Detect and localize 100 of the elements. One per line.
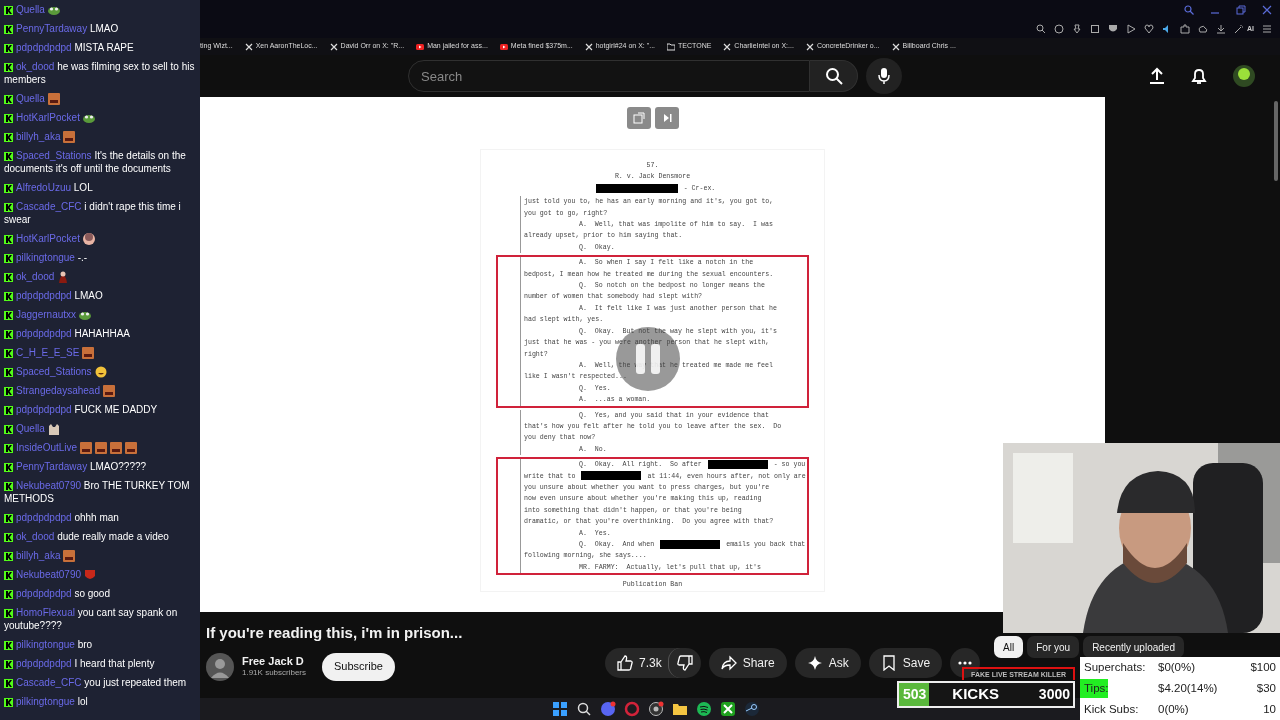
- logo-icon: [4, 368, 13, 377]
- emote-icon: [63, 131, 76, 143]
- emote-icon: [57, 271, 70, 283]
- emote-icon: [82, 112, 95, 124]
- chat-username[interactable]: AlfredoUzuu: [4, 182, 72, 193]
- windows-icon[interactable]: [552, 701, 568, 717]
- chat-username[interactable]: PennyTardaway: [4, 461, 88, 472]
- steam-icon[interactable]: [744, 701, 760, 717]
- chat-username[interactable]: pdpdpdpdpd: [4, 588, 72, 599]
- expand-icon: [632, 112, 645, 124]
- play-icon[interactable]: [1126, 24, 1136, 34]
- chat-username[interactable]: PennyTardaway: [4, 23, 88, 34]
- subscribe-button[interactable]: Subscribe: [322, 652, 395, 681]
- chat-username[interactable]: billyh_aka: [4, 131, 61, 142]
- emote-icon: [80, 442, 93, 454]
- chat-username[interactable]: pdpdpdpdpd: [4, 658, 72, 669]
- x-icon: [805, 42, 814, 51]
- pin-icon[interactable]: [1072, 24, 1082, 34]
- chat-username[interactable]: pdpdpdpdpd: [4, 42, 72, 53]
- logo-icon: [4, 533, 13, 542]
- chat-username[interactable]: pdpdpdpdpd: [4, 512, 72, 523]
- search-icon[interactable]: [576, 701, 592, 717]
- menu-icon[interactable]: [1262, 24, 1272, 34]
- restore-icon[interactable]: [1236, 5, 1246, 15]
- chat-username[interactable]: Strangedaysahead: [4, 385, 100, 396]
- ring-icon[interactable]: [624, 701, 640, 717]
- chat-username[interactable]: Quella: [4, 93, 45, 104]
- chat-username[interactable]: pdpdpdpdpd: [4, 404, 72, 415]
- emote-icon: [47, 4, 60, 16]
- stat-value: $0(0%): [1158, 659, 1196, 675]
- chat-username[interactable]: Cascade_CFC: [4, 677, 82, 688]
- chat-username[interactable]: pdpdpdpdpd: [4, 290, 72, 301]
- shield-icon[interactable]: [1108, 24, 1118, 34]
- chat-username[interactable]: pilkingtongue: [4, 696, 75, 707]
- like-button[interactable]: 7.3k: [617, 648, 662, 678]
- save-button[interactable]: Save: [868, 648, 943, 678]
- expand-button[interactable]: [626, 107, 651, 129]
- emote-icon: [47, 423, 60, 435]
- chat-username[interactable]: ok_dood: [4, 271, 55, 282]
- heart-icon[interactable]: [1144, 24, 1154, 34]
- chat-username[interactable]: ok_dood: [4, 531, 55, 542]
- avatar[interactable]: [1232, 64, 1256, 88]
- chat-username[interactable]: pdpdpdpdpd: [4, 328, 72, 339]
- cloud-icon[interactable]: [1198, 24, 1208, 34]
- square-icon[interactable]: [1090, 24, 1100, 34]
- video-title: If you're reading this, i'm in prison...: [206, 623, 464, 643]
- chat-username[interactable]: billyh_aka: [4, 550, 61, 561]
- chat-username[interactable]: HotKarlPocket: [4, 112, 80, 123]
- chat-username[interactable]: Spaced_Stations: [4, 150, 92, 161]
- chat-username[interactable]: InsideOutLive: [4, 442, 78, 453]
- channel-name[interactable]: Free Jack D: [242, 654, 307, 667]
- chat-message: ok_dood dude really made a video: [4, 531, 169, 542]
- chat-username[interactable]: ok_dood: [4, 61, 55, 72]
- game-icon[interactable]: [720, 701, 736, 717]
- bell-icon[interactable]: [1190, 67, 1208, 85]
- filter-chip[interactable]: All: [994, 636, 1024, 658]
- logo-icon: [4, 425, 13, 434]
- x-icon: [723, 42, 732, 51]
- channel-avatar[interactable]: [206, 652, 234, 681]
- download-icon[interactable]: [1216, 24, 1226, 34]
- wheel-icon[interactable]: [648, 701, 664, 717]
- chat-username[interactable]: Nekubeat0790: [4, 569, 82, 580]
- chat-username[interactable]: pilkingtongue: [4, 252, 75, 263]
- chat-username[interactable]: HotKarlPocket: [4, 233, 80, 244]
- thumbs-down-icon: [676, 655, 693, 671]
- logo-icon: [4, 444, 13, 453]
- chat-username[interactable]: Cascade_CFC: [4, 201, 82, 212]
- x-icon: [584, 42, 593, 51]
- stat-label: Tips:: [1084, 680, 1110, 696]
- chat-username[interactable]: Quella: [4, 423, 45, 434]
- microphone-button[interactable]: [866, 58, 902, 94]
- filter-chip[interactable]: For you: [1027, 636, 1080, 658]
- folder-icon[interactable]: [672, 701, 688, 717]
- video-icon: [416, 42, 425, 51]
- search-button[interactable]: [810, 60, 858, 92]
- puzzle-icon[interactable]: [1180, 24, 1190, 34]
- ask-button[interactable]: Ask: [794, 648, 861, 678]
- chat-message: PennyTardaway LMAO: [4, 23, 119, 34]
- music-icon[interactable]: [696, 701, 712, 717]
- logo-icon: [4, 571, 13, 580]
- skip-button[interactable]: [654, 107, 679, 129]
- chat-username[interactable]: Spaced_Stations: [4, 366, 92, 377]
- chat-username[interactable]: C_H_E_E_SE: [4, 347, 80, 358]
- zoom-icon[interactable]: [1036, 24, 1046, 34]
- goal-count: 503: [903, 685, 927, 704]
- chat-username[interactable]: Jaggernautxx: [4, 309, 77, 320]
- share-button[interactable]: Share: [708, 648, 787, 678]
- filter-chip[interactable]: Recently uploaded: [1083, 636, 1184, 658]
- emote-icon: [82, 347, 95, 359]
- search-field[interactable]: Search: [408, 60, 810, 92]
- chat-username[interactable]: Quella: [4, 4, 45, 15]
- upload-icon[interactable]: [1148, 67, 1166, 85]
- chat-username[interactable]: pilkingtongue: [4, 639, 75, 650]
- wand-icon[interactable]: [1234, 24, 1244, 34]
- emote-icon: [102, 385, 115, 397]
- emoji-icon[interactable]: [1054, 24, 1064, 34]
- chat-username[interactable]: Nekubeat0790: [4, 480, 82, 491]
- close-icon[interactable]: [1262, 5, 1272, 15]
- chat-username[interactable]: HomoFlexual: [4, 607, 75, 618]
- chat-bubble-icon[interactable]: [600, 701, 616, 717]
